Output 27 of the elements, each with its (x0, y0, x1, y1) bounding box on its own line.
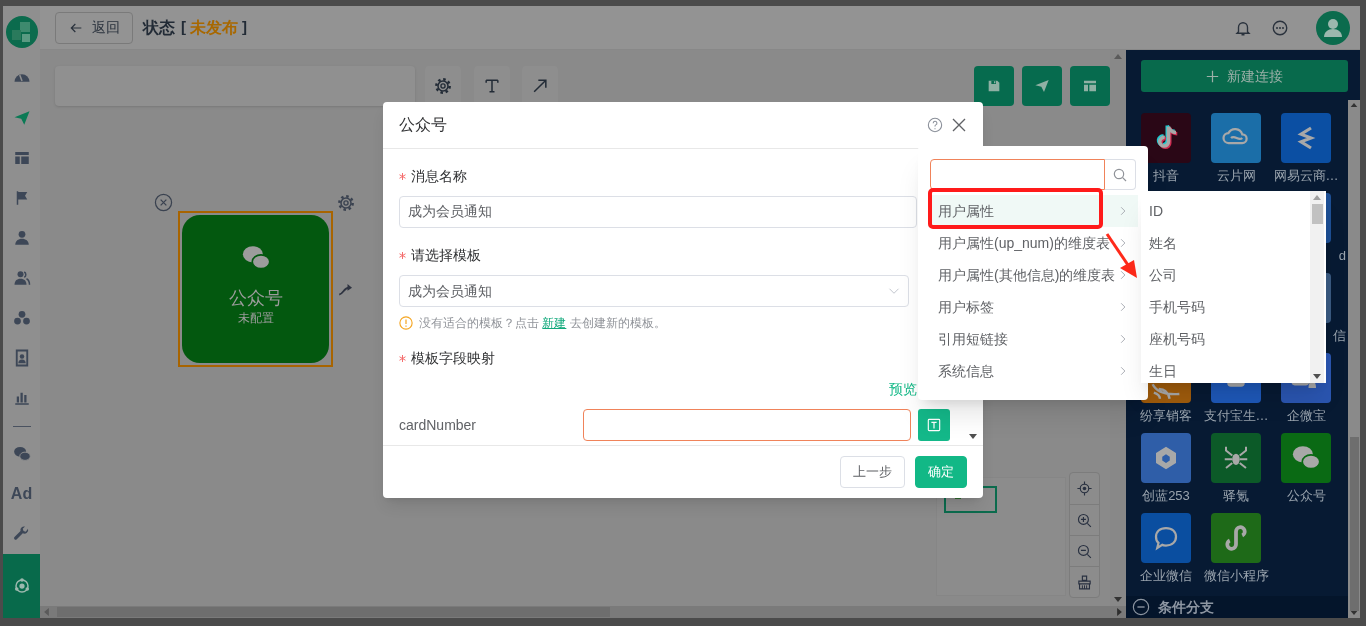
status-text: 未发布 (190, 17, 238, 38)
hint-text: 没有适合的模板？点击 新建 去创建新的模板。 (419, 315, 666, 332)
node-subtitle: 未配置 (237, 311, 274, 325)
connector-label: 公众号 (1285, 488, 1327, 504)
node-title: 公众号 (228, 287, 283, 309)
connector-label: d (1337, 248, 1346, 264)
select-value: 成为会员通知 (408, 281, 492, 301)
connector-label: 云片网 (1215, 168, 1257, 184)
status-bracket: ] (242, 17, 247, 38)
status-bracket: [ (181, 17, 186, 38)
connector-label: 纷享销客 (1139, 408, 1193, 424)
connector-label: 企微宝 (1285, 408, 1327, 424)
field-label: cardNumber (399, 415, 478, 435)
connector-label: 信 (1332, 328, 1346, 344)
field-label: 消息名称 (411, 166, 467, 186)
connector-label: 企业微信 (1139, 568, 1193, 584)
dialog-title: 公众号 (399, 115, 447, 135)
page-title: 状态 (143, 17, 175, 38)
connector-label: 创蓝253 (1141, 488, 1191, 504)
connector-label: 支付宝生… (1202, 408, 1270, 424)
connector-label: 驿氪 (1222, 488, 1250, 504)
connector-label: 抖音 (1152, 168, 1180, 184)
field-label: 模板字段映射 (411, 348, 495, 368)
field-label: 请选择模板 (411, 245, 481, 265)
connector-label: 微信小程序 (1202, 568, 1270, 584)
connector-label: 网易云商… (1272, 168, 1340, 184)
section-title: 条件分支 (1158, 597, 1214, 617)
